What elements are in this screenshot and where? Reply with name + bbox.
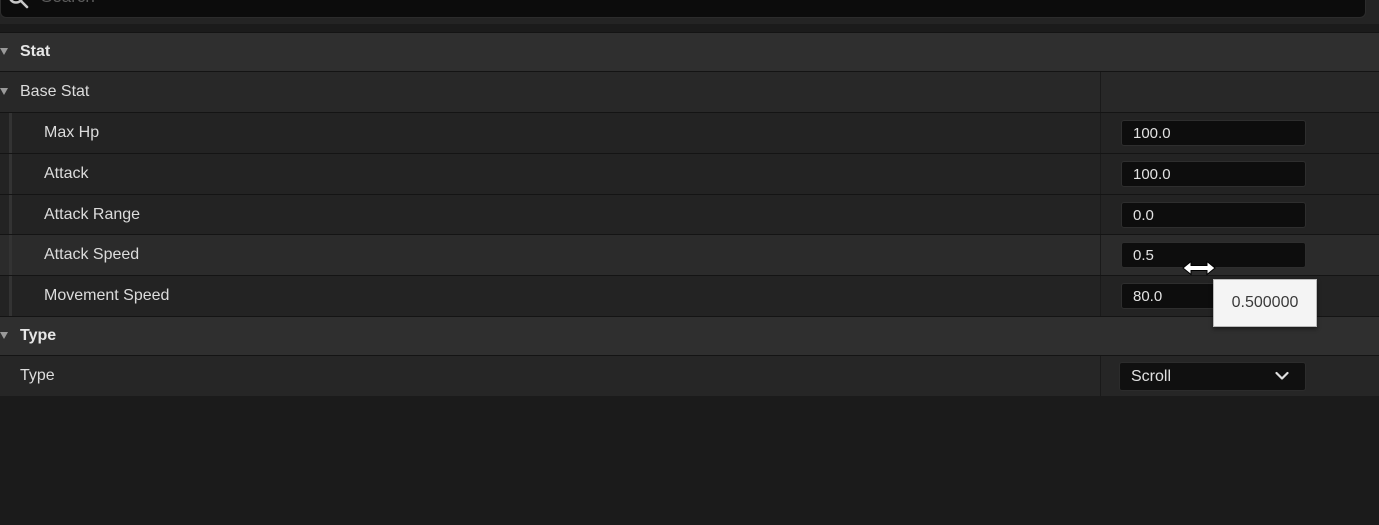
indent-bar: [9, 195, 12, 235]
triangle-down-icon[interactable]: [0, 88, 8, 95]
column-divider[interactable]: [1100, 154, 1101, 194]
chevron-down-icon: [1275, 371, 1289, 380]
category-stat[interactable]: Stat: [0, 32, 1379, 71]
triangle-down-icon[interactable]: [0, 332, 8, 339]
indent-bar: [9, 154, 12, 194]
column-divider[interactable]: [1100, 113, 1101, 153]
property-row-attack: Attack 100.0: [0, 153, 1379, 194]
max-hp-field[interactable]: 100.0: [1121, 120, 1306, 146]
property-label: Attack Range: [44, 206, 141, 223]
search-input[interactable]: [41, 0, 641, 7]
column-divider[interactable]: [1100, 276, 1101, 316]
column-divider[interactable]: [1100, 235, 1101, 275]
property-label: Attack Speed: [44, 246, 140, 263]
category-type[interactable]: Type: [0, 316, 1379, 355]
property-row-attack-speed: Attack Speed 0.5: [0, 234, 1379, 275]
subcategory-base-stat[interactable]: Base Stat: [0, 71, 1379, 112]
category-label: Stat: [20, 43, 51, 60]
details-panel: Stat Base Stat Max Hp 100.0 Attack 100.0…: [0, 0, 1379, 525]
column-divider[interactable]: [1100, 356, 1101, 396]
attack-field[interactable]: 100.0: [1121, 161, 1306, 187]
subcategory-label: Base Stat: [20, 83, 90, 100]
indent-bar: [9, 276, 12, 316]
type-dropdown-value: Scroll: [1131, 367, 1172, 385]
attack-range-field[interactable]: 0.0: [1121, 202, 1306, 228]
search-bar: [0, 0, 1379, 24]
property-row-movement-speed: Movement Speed 80.0: [0, 275, 1379, 316]
property-label: Type: [20, 367, 55, 384]
type-dropdown[interactable]: Scroll: [1119, 362, 1306, 391]
column-divider[interactable]: [1100, 195, 1101, 235]
indent-bar: [9, 235, 12, 275]
triangle-down-icon[interactable]: [0, 48, 8, 55]
property-label: Movement Speed: [44, 287, 170, 304]
property-label: Max Hp: [44, 124, 100, 141]
property-row-type: Type Scroll: [0, 355, 1379, 396]
search-icon: [9, 0, 29, 9]
indent-bar: [9, 113, 12, 153]
property-row-max-hp: Max Hp 100.0: [0, 112, 1379, 153]
category-label: Type: [20, 327, 57, 344]
horizontal-resize-cursor-icon: [1182, 260, 1216, 276]
search-box[interactable]: [0, 0, 1366, 18]
column-divider: [1100, 72, 1101, 112]
value-tooltip: 0.500000: [1213, 279, 1317, 327]
property-label: Attack: [44, 165, 89, 182]
property-row-attack-range: Attack Range 0.0: [0, 194, 1379, 235]
